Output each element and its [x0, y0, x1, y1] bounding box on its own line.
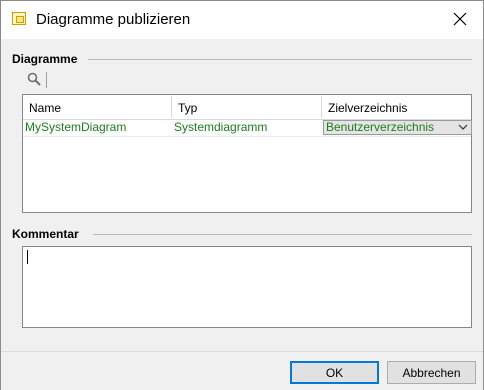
- column-header-target[interactable]: Zielverzeichnis: [322, 95, 471, 119]
- table-row[interactable]: MySystemDiagram Systemdiagramm Benutzerv…: [23, 119, 472, 137]
- table-header: Name Typ Zielverzeichnis: [23, 95, 471, 120]
- title-bar: Diagramme publizieren: [1, 1, 483, 39]
- column-header-name[interactable]: Name: [23, 95, 171, 119]
- search-icon: [27, 72, 41, 86]
- search-button[interactable]: [27, 72, 41, 86]
- text-caret: [27, 250, 28, 264]
- cell-type: Systemdiagramm: [174, 120, 268, 134]
- ok-button[interactable]: OK: [290, 361, 379, 384]
- cancel-button[interactable]: Abbrechen: [387, 361, 476, 384]
- cell-name: MySystemDiagram: [25, 120, 127, 134]
- diagrams-table: Name Typ Zielverzeichnis MySystemDiagram…: [22, 94, 472, 213]
- publish-dialog: Diagramme publizieren Diagramme Name Typ: [0, 0, 484, 390]
- target-directory-value: Benutzerverzeichnis: [326, 120, 435, 134]
- diagrams-section-divider: [88, 59, 472, 60]
- chevron-down-icon: [458, 124, 468, 130]
- toolbar-divider: [46, 72, 47, 88]
- column-header-type[interactable]: Typ: [172, 95, 321, 119]
- dialog-content: Diagramme Name Typ Zielverzeichnis MySys…: [1, 39, 483, 351]
- close-icon: [453, 12, 467, 26]
- window-title: Diagramme publizieren: [36, 11, 191, 28]
- close-button[interactable]: [443, 5, 477, 33]
- comment-field[interactable]: [22, 246, 472, 328]
- comment-section-divider: [93, 234, 472, 235]
- target-directory-select[interactable]: Benutzerverzeichnis: [323, 120, 472, 135]
- diagram-publish-icon: [12, 12, 26, 25]
- comment-section-header: Kommentar: [12, 227, 79, 241]
- dialog-footer: OK Abbrechen: [1, 351, 483, 390]
- diagrams-section-header: Diagramme: [12, 52, 78, 66]
